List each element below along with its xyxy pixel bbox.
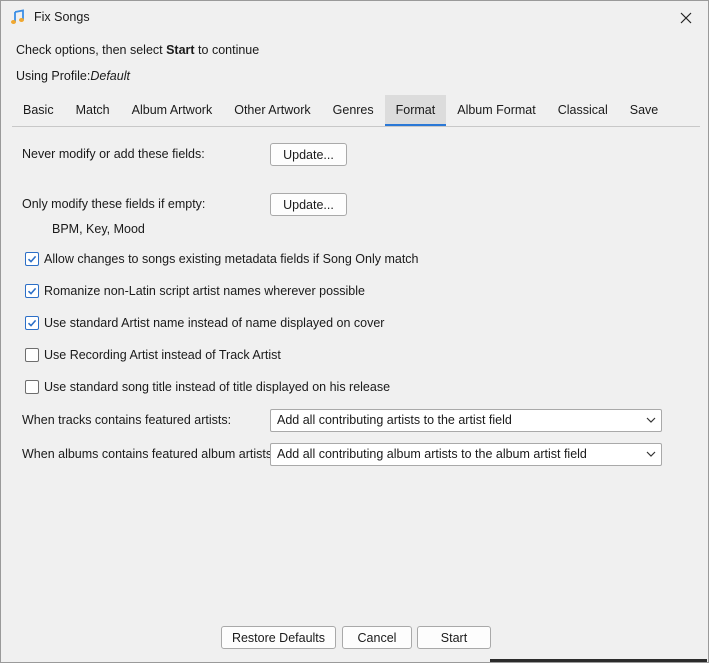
tab-match[interactable]: Match	[65, 95, 121, 126]
tab-basic[interactable]: Basic	[12, 95, 65, 126]
featured-album-artists-select[interactable]: Add all contributing album artists to th…	[270, 443, 662, 466]
featured-artists-label: When tracks contains featured artists:	[22, 413, 232, 427]
only-if-empty-field-list: BPM, Key, Mood	[52, 222, 145, 236]
instruction-text: Check options, then select Start to cont…	[16, 43, 260, 57]
checkbox-box[interactable]	[25, 252, 39, 266]
checkbox-allow-changes[interactable]: Allow changes to songs existing metadata…	[25, 252, 419, 266]
profile-name: Default	[90, 69, 130, 83]
fix-songs-dialog: Fix Songs Check options, then select Sta…	[0, 0, 709, 663]
background-window-edge	[490, 659, 707, 662]
checkbox-label: Use standard song title instead of title…	[44, 380, 391, 394]
cancel-button[interactable]: Cancel	[342, 626, 412, 649]
restore-defaults-button[interactable]: Restore Defaults	[221, 626, 336, 649]
featured-artists-select[interactable]: Add all contributing artists to the arti…	[270, 409, 662, 432]
tab-album-artwork[interactable]: Album Artwork	[121, 95, 224, 126]
checkbox-box[interactable]	[25, 316, 39, 330]
checkbox-romanize[interactable]: Romanize non-Latin script artist names w…	[25, 284, 365, 298]
checkbox-standard-artist-name[interactable]: Use standard Artist name instead of name…	[25, 316, 384, 330]
never-modify-label: Never modify or add these fields:	[22, 147, 205, 161]
tab-other-artwork[interactable]: Other Artwork	[223, 95, 321, 126]
checkmark-icon	[27, 255, 37, 263]
title-bar: Fix Songs	[1, 1, 708, 34]
never-modify-update-button[interactable]: Update...	[270, 143, 347, 166]
tab-save[interactable]: Save	[619, 95, 670, 126]
featured-album-artists-value: Add all contributing album artists to th…	[277, 447, 587, 461]
close-icon	[680, 12, 692, 23]
only-if-empty-label: Only modify these fields if empty:	[22, 197, 206, 211]
checkmark-icon	[27, 287, 37, 295]
chevron-down-icon	[646, 417, 656, 423]
checkbox-box[interactable]	[25, 284, 39, 298]
checkbox-label: Romanize non-Latin script artist names w…	[44, 284, 365, 298]
tab-album-format[interactable]: Album Format	[446, 95, 547, 126]
chevron-down-icon	[646, 451, 656, 457]
checkbox-label: Use standard Artist name instead of name…	[44, 316, 385, 330]
featured-album-artists-label: When albums contains featured album arti…	[22, 447, 276, 461]
checkbox-box[interactable]	[25, 348, 39, 362]
only-if-empty-update-button[interactable]: Update...	[270, 193, 347, 216]
tab-strip: Basic Match Album Artwork Other Artwork …	[12, 95, 700, 127]
tab-format[interactable]: Format	[384, 95, 447, 126]
featured-artists-value: Add all contributing artists to the arti…	[277, 413, 512, 427]
start-button[interactable]: Start	[417, 626, 491, 649]
music-note-icon	[10, 9, 26, 25]
checkmark-icon	[27, 319, 37, 327]
checkbox-label: Use Recording Artist instead of Track Ar…	[44, 348, 281, 362]
checkbox-recording-artist[interactable]: Use Recording Artist instead of Track Ar…	[25, 348, 281, 362]
tab-genres[interactable]: Genres	[322, 95, 385, 126]
window-title: Fix Songs	[34, 10, 90, 24]
profile-line: Using Profile:Default	[16, 69, 130, 83]
checkbox-standard-song-title[interactable]: Use standard song title instead of title…	[25, 380, 390, 394]
close-button[interactable]	[664, 1, 708, 34]
tab-classical[interactable]: Classical	[547, 95, 619, 126]
checkbox-label: Allow changes to songs existing metadata…	[44, 252, 419, 266]
checkbox-box[interactable]	[25, 380, 39, 394]
